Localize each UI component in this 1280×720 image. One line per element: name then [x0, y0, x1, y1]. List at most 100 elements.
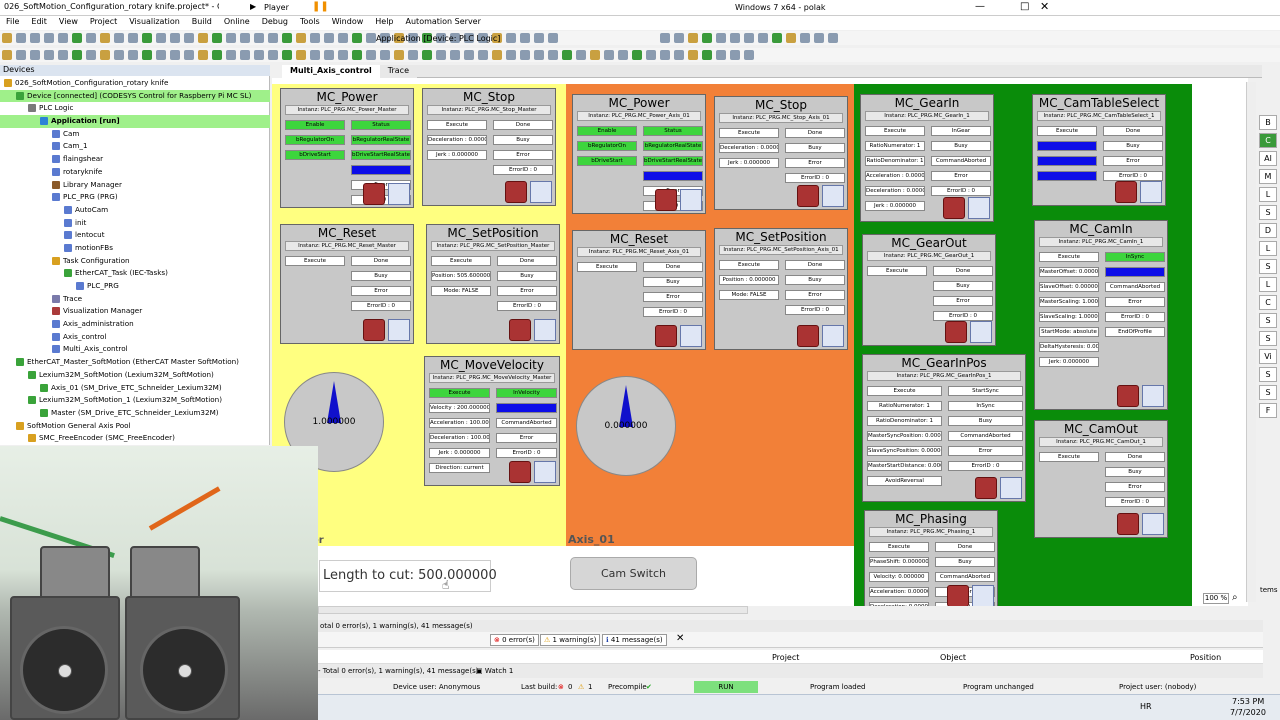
- tree-item[interactable]: Master (SM_Drive_ETC_Schneider_Lexium32M…: [0, 407, 270, 420]
- toolbar-button-icon[interactable]: [296, 50, 306, 60]
- tree-item[interactable]: SMC_FreeEncoder (SMC_FreeEncoder): [0, 432, 270, 445]
- toolbar-button-icon[interactable]: [310, 50, 320, 60]
- menu-build[interactable]: Build: [186, 16, 218, 27]
- tree-item[interactable]: PLC_PRG (PRG): [0, 191, 270, 204]
- toolbar-button-icon[interactable]: [58, 33, 68, 43]
- tree-item[interactable]: Axis_administration: [0, 318, 270, 331]
- messages-filter[interactable]: ℹ 41 message(s): [602, 634, 667, 646]
- toolbar-button-icon[interactable]: [198, 50, 208, 60]
- toolbar-button-icon[interactable]: [786, 33, 796, 43]
- fb-input[interactable]: RatioNumerator: 1: [865, 141, 925, 151]
- tree-item[interactable]: flaingshear: [0, 153, 270, 166]
- fb-input[interactable]: SlaveScaling: 1.000000: [1039, 312, 1099, 322]
- toolbar-button-icon[interactable]: [184, 33, 194, 43]
- menu-debug[interactable]: Debug: [256, 16, 294, 27]
- tree-item[interactable]: rotaryknife: [0, 166, 270, 179]
- toolbar-button-icon[interactable]: [716, 50, 726, 60]
- toolbar-button-icon[interactable]: [100, 33, 110, 43]
- toolbox-tab[interactable]: L: [1259, 187, 1277, 202]
- toolbar-button-icon[interactable]: [814, 33, 824, 43]
- fb-input[interactable]: bDriveStart: [285, 150, 345, 160]
- fb-input[interactable]: Execute: [867, 386, 942, 396]
- toolbar-button-icon[interactable]: [366, 50, 376, 60]
- toolbox-tab[interactable]: S: [1259, 385, 1277, 400]
- fb-input[interactable]: [1037, 156, 1097, 166]
- toolbox-tab[interactable]: B: [1259, 115, 1277, 130]
- tree-item[interactable]: Lexium32M_SoftMotion (Lexium32M_SoftMoti…: [0, 369, 270, 382]
- fb-input[interactable]: SlaveSyncPosition: 0.000000: [867, 446, 942, 456]
- tree-item[interactable]: Trace: [0, 293, 270, 306]
- toolbar-button-icon[interactable]: [268, 50, 278, 60]
- toolbar-button-icon[interactable]: [422, 50, 432, 60]
- fb-input[interactable]: Position : 0.000000: [719, 275, 779, 285]
- toolbar-button-icon[interactable]: [702, 33, 712, 43]
- fb-input[interactable]: Jerk : 0.000000: [427, 150, 487, 160]
- fb-input[interactable]: Execute: [1039, 252, 1099, 262]
- toolbar-button-icon[interactable]: [660, 50, 670, 60]
- toolbar-button-icon[interactable]: [142, 50, 152, 60]
- tree-item[interactable]: EtherCAT_Master_SoftMotion (EtherCAT Mas…: [0, 356, 270, 369]
- tree-item[interactable]: motionFBs: [0, 242, 270, 255]
- toolbox-tab[interactable]: C: [1259, 295, 1277, 310]
- tree-item[interactable]: Library Manager: [0, 179, 270, 192]
- fb-input[interactable]: Execute: [867, 266, 927, 276]
- toolbar-button-icon[interactable]: [72, 33, 82, 43]
- menu-online[interactable]: Online: [218, 16, 256, 27]
- fb-input[interactable]: Execute: [869, 542, 929, 552]
- toolbar-button-icon[interactable]: [296, 33, 306, 43]
- tree-item[interactable]: init: [0, 217, 270, 230]
- tree-item[interactable]: Task Configuration: [0, 255, 270, 268]
- toolbox-tab[interactable]: D: [1259, 223, 1277, 238]
- menu-project[interactable]: Project: [84, 16, 123, 27]
- toolbar-button-icon[interactable]: [58, 50, 68, 60]
- watch-tab[interactable]: ▣ Watch 1: [476, 664, 513, 678]
- fb-input[interactable]: MasterSyncPosition: 0.000000: [867, 431, 942, 441]
- fb-input[interactable]: Execute: [577, 262, 637, 272]
- toolbar-button-icon[interactable]: [408, 50, 418, 60]
- toolbar-button-icon[interactable]: [562, 50, 572, 60]
- minimize-icon[interactable]: —: [975, 1, 985, 12]
- toolbar-button-icon[interactable]: [688, 33, 698, 43]
- fb-input[interactable]: Deceleration : 0.000000: [427, 135, 487, 145]
- toolbox-tab[interactable]: S: [1259, 259, 1277, 274]
- clear-icon[interactable]: ✕: [676, 633, 684, 644]
- toolbar-button-icon[interactable]: [2, 33, 12, 43]
- menu-help[interactable]: Help: [369, 16, 399, 27]
- menu-file[interactable]: File: [0, 16, 25, 27]
- menu-view[interactable]: View: [53, 16, 84, 27]
- toolbar-button-icon[interactable]: [16, 50, 26, 60]
- fb-input[interactable]: Execute: [719, 128, 779, 138]
- fb-input[interactable]: MasterOffset: 0.000000: [1039, 267, 1099, 277]
- toolbar-button-icon[interactable]: [590, 50, 600, 60]
- tree-item[interactable]: 026_SoftMotion_Configuration_rotary knif…: [0, 77, 270, 90]
- toolbar-button-icon[interactable]: [324, 33, 334, 43]
- tab-multi_axis_control[interactable]: Multi_Axis_control: [282, 65, 380, 78]
- menu-automation-server[interactable]: Automation Server: [400, 16, 487, 27]
- horizontal-scrollbar[interactable]: [318, 606, 748, 614]
- fb-input[interactable]: Jerk : 0.000000: [865, 201, 925, 211]
- toolbar-button-icon[interactable]: [534, 33, 544, 43]
- tree-item[interactable]: Application [run]: [0, 115, 270, 128]
- fb-input[interactable]: DeltaHysteresis: 0.000000: [1039, 342, 1099, 352]
- tree-item[interactable]: PLC_PRG: [0, 280, 270, 293]
- tree-item[interactable]: Visualization Manager: [0, 305, 270, 318]
- toolbar-button-icon[interactable]: [352, 50, 362, 60]
- toolbar-button-icon[interactable]: [226, 50, 236, 60]
- fb-input[interactable]: Velocity : 200.000000: [429, 403, 490, 413]
- fb-input[interactable]: StartMode: absolute: [1039, 327, 1099, 337]
- toolbar-button-icon[interactable]: [646, 50, 656, 60]
- toolbar-button-icon[interactable]: [744, 50, 754, 60]
- toolbar-button-icon[interactable]: [128, 33, 138, 43]
- toolbar-button-icon[interactable]: [212, 33, 222, 43]
- toolbar-button-icon[interactable]: [128, 50, 138, 60]
- toolbox-tab[interactable]: C: [1259, 133, 1277, 148]
- toolbar-button-icon[interactable]: [72, 50, 82, 60]
- tree-item[interactable]: Multi_Axis_control: [0, 343, 270, 356]
- fb-input[interactable]: MasterStartDistance: 0.000000: [867, 461, 942, 471]
- toolbar-button-icon[interactable]: [436, 50, 446, 60]
- fb-input[interactable]: [1037, 171, 1097, 181]
- zoom-level[interactable]: 100 %: [1203, 593, 1229, 604]
- toolbar-button-icon[interactable]: [324, 50, 334, 60]
- fb-input[interactable]: Position: 505.600000: [431, 271, 491, 281]
- toolbar-button-icon[interactable]: [114, 33, 124, 43]
